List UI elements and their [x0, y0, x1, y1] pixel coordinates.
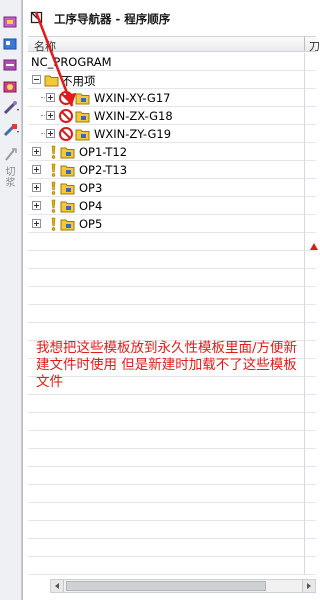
expand-icon[interactable]	[32, 201, 41, 210]
warning-icon	[45, 162, 61, 178]
column-divider[interactable]	[304, 37, 305, 51]
program-folder-icon	[60, 180, 76, 196]
program-folder-icon	[60, 162, 76, 178]
program-order-view-icon[interactable]	[1, 57, 20, 74]
tree-row-template[interactable]: WXIN-ZX-G18	[28, 107, 304, 125]
scroll-left-icon[interactable]	[51, 580, 64, 592]
program-folder-icon	[75, 126, 91, 142]
expand-icon[interactable]	[32, 183, 41, 192]
scrollbar-thumb[interactable]	[66, 581, 266, 591]
expand-icon[interactable]	[46, 111, 55, 120]
tree-row-template[interactable]: WXIN-ZY-G19	[28, 125, 304, 143]
template-label: WXIN-ZX-G18	[94, 109, 173, 123]
expand-icon[interactable]	[32, 147, 41, 156]
column-gridline	[304, 53, 305, 575]
machine-tool-view-icon[interactable]	[1, 36, 20, 53]
toolbar-label-2: 浆	[5, 178, 16, 189]
tree-row-operation[interactable]: OP4	[28, 197, 304, 215]
annotation-text: 我想把这些模板放到永久性模板里面/方便新建文件时使用 但是新建时加载不了这些模板…	[36, 340, 298, 390]
collapse-icon[interactable]	[32, 75, 41, 84]
panel-title: 工序导航器 - 程序顺序	[54, 12, 171, 26]
cut-tool-icon[interactable]	[1, 146, 20, 163]
no-entry-icon	[58, 126, 74, 142]
program-folder-icon	[75, 90, 91, 106]
operation-label: OP5	[79, 217, 103, 231]
tree-group-label: 不用项	[61, 74, 96, 88]
expand-icon[interactable]	[32, 219, 41, 228]
method-view-icon[interactable]	[1, 79, 20, 96]
operation-label: OP4	[79, 199, 103, 213]
program-folder-icon	[60, 144, 76, 160]
operation-tool-icon[interactable]	[1, 122, 20, 139]
expand-icon[interactable]	[46, 93, 55, 102]
program-folder-icon	[60, 198, 76, 214]
template-label: WXIN-ZY-G19	[94, 127, 172, 141]
tree-row-root[interactable]: NC_PROGRAM	[28, 53, 304, 71]
tree-root-label: NC_PROGRAM	[31, 55, 112, 69]
tree-row-group[interactable]: 不用项	[28, 71, 304, 89]
column-name-header[interactable]: 名称	[34, 38, 56, 54]
red-arrow-marker	[310, 243, 318, 250]
tree-row-operation[interactable]: OP3	[28, 179, 304, 197]
operation-tree: NC_PROGRAM 不用项 WXIN-XY-G17 WXIN-ZX-G18 W…	[28, 53, 318, 575]
warning-icon	[45, 144, 61, 160]
tree-row-operation[interactable]: OP2-T13	[28, 161, 304, 179]
horizontal-scrollbar[interactable]	[50, 579, 316, 593]
expand-icon[interactable]	[46, 129, 55, 138]
operation-label: OP3	[79, 181, 103, 195]
pin-icon[interactable]	[30, 11, 44, 25]
panel-titlebar: 工序导航器 - 程序顺序	[23, 8, 316, 28]
tree-row-operation[interactable]: OP5	[28, 215, 304, 233]
operation-label: OP2-T13	[79, 163, 128, 177]
no-entry-icon	[58, 108, 74, 124]
tool-group-icon[interactable]	[1, 100, 20, 117]
operation-label: OP1-T12	[79, 145, 128, 159]
warning-icon	[45, 198, 61, 214]
program-folder-icon	[75, 108, 91, 124]
template-label: WXIN-XY-G17	[94, 91, 171, 105]
geometry-view-icon[interactable]	[1, 14, 20, 31]
tree-row-operation[interactable]: OP1-T12	[28, 143, 304, 161]
left-toolbar: 切 浆	[0, 0, 22, 600]
folder-icon	[44, 72, 60, 88]
expand-icon[interactable]	[32, 165, 41, 174]
scroll-right-icon[interactable]	[302, 580, 315, 592]
tree-row-template[interactable]: WXIN-XY-G17	[28, 89, 304, 107]
warning-icon	[45, 180, 61, 196]
no-entry-icon	[58, 90, 74, 106]
column-tool-header[interactable]: 刀	[309, 38, 320, 54]
column-header: 名称 刀	[28, 36, 320, 54]
program-folder-icon	[60, 216, 76, 232]
warning-icon	[45, 216, 61, 232]
operation-navigator-panel: 工序导航器 - 程序顺序 名称 刀 NC_PROGRAM 不用项 WXIN-XY…	[22, 0, 320, 600]
